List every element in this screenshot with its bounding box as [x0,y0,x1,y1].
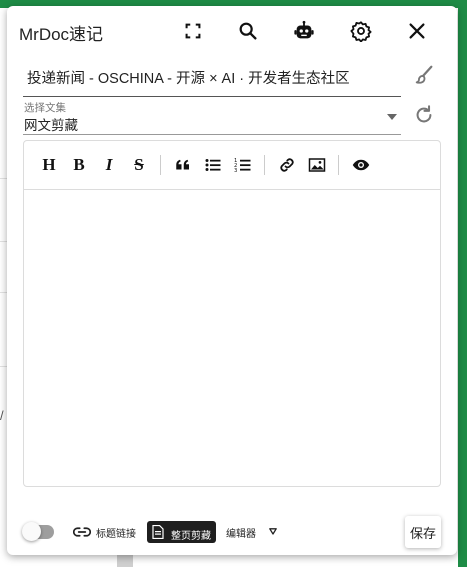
ai-robot-button[interactable] [292,19,316,43]
save-button[interactable]: 保存 [405,516,441,548]
collection-select-value: 网文剪藏 [24,118,78,133]
clear-title-button[interactable] [413,64,435,86]
svg-text:3: 3 [234,168,237,174]
app-title: MrDoc速记 [19,25,104,44]
toolbar-divider [264,155,265,175]
strikethrough-icon: S [134,155,144,174]
image-button[interactable] [306,155,328,175]
auto-clip-toggle[interactable] [22,522,54,541]
quote-icon [176,159,189,170]
gear-icon [350,21,372,42]
italic-icon: I [105,155,113,174]
brush-icon [415,65,433,84]
link-button[interactable] [276,155,298,175]
heading-icon: H [42,155,56,174]
collection-select[interactable]: 选择文集 网文剪藏 [23,100,401,135]
search-icon [239,22,257,40]
bullet-list-button[interactable] [202,155,224,175]
bullet-list-icon [205,159,221,171]
markdown-editor: H B I S 1 2 3 [23,140,441,487]
background-scroll-thumb [117,555,133,567]
close-button[interactable] [405,19,429,43]
toolbar-divider [160,155,161,175]
eye-icon [352,159,370,171]
refresh-collections-button[interactable] [413,104,435,126]
background-text: / [0,408,4,423]
caret-down-icon [387,114,397,120]
quick-note-popup: MrDoc速记 投递新闻 - OSCHINA - 开源 × AI · 开发者生态… [7,6,457,555]
fullscreen-button[interactable] [181,19,205,43]
close-icon [409,23,425,39]
image-icon [308,158,326,172]
fullscreen-icon [185,23,201,39]
background-scrollbar-strip [458,0,467,567]
toggle-knob [22,522,41,541]
fullpage-clip-button[interactable]: 整页剪藏 [147,521,216,543]
doc-title-field[interactable] [23,62,401,97]
heading-button[interactable]: H [38,155,60,175]
robot-icon [294,20,314,39]
popup-header: MrDoc速记 [7,6,457,56]
caret-down-icon[interactable] [269,528,277,535]
popup-footer: 标题链接 整页剪藏 编辑器 保存 [7,512,457,552]
bold-icon: B [73,155,85,174]
fullpage-clip-label: 整页剪藏 [171,531,211,542]
editor-toolbar: H B I S 1 2 3 [24,141,440,190]
bold-button[interactable]: B [68,155,90,175]
refresh-icon [416,105,432,123]
ordered-list-button[interactable]: 1 2 3 [232,155,254,175]
strikethrough-button[interactable]: S [128,155,150,175]
doc-title-input[interactable] [25,68,401,86]
italic-button[interactable]: I [98,155,120,175]
search-button[interactable] [236,19,260,43]
preview-button[interactable] [350,155,372,175]
link-icon [280,158,294,172]
settings-button[interactable] [349,19,373,43]
link-icon [73,527,91,537]
title-link-button[interactable]: 标题链接 [96,525,136,540]
toolbar-divider [338,155,339,175]
quote-button[interactable] [172,155,194,175]
collection-select-label: 选择文集 [24,102,66,114]
ordered-list-icon: 1 2 3 [234,158,251,174]
document-icon [152,525,164,539]
editor-content-area[interactable] [24,190,440,486]
editor-mode-selector[interactable]: 编辑器 [226,525,256,540]
